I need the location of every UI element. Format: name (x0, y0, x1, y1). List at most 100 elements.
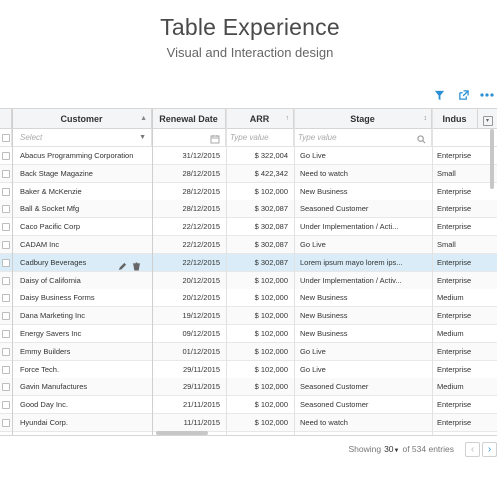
arr-cell: $ 302,087 (254, 204, 288, 214)
page-size-select[interactable]: 30▼ (384, 444, 399, 454)
renewal-date-cell: 28/12/2015 (182, 204, 220, 214)
arr-filter-placeholder: Type value (230, 133, 269, 142)
industry-cell: Medium (437, 293, 464, 303)
table-row[interactable]: Caco Pacific Corp 22/12/2015 $ 302,087 Unde… (0, 218, 497, 237)
table-row[interactable]: Hyundai Corp. 11/11/2015 $ 102,000 Need to … (0, 414, 497, 432)
industry-cell: Small (437, 240, 456, 249)
industry-cell: Medium (437, 329, 464, 338)
chevron-down-icon: ▼ (139, 134, 146, 141)
vertical-scrollbar[interactable] (490, 129, 494, 189)
stage-cell: Seasoned Customer (300, 382, 369, 392)
table-toolbar (432, 88, 494, 102)
filter-icon[interactable] (432, 88, 446, 102)
pagination-footer: Showing 30▼ of 534 entries ‹ › (0, 440, 500, 460)
page-title: Table Experience (160, 14, 340, 40)
stage-cell: Need to watch (300, 418, 348, 427)
customer-filter-select[interactable]: Select ▼ (12, 129, 152, 147)
stage-cell: Under Implementation / Acti... (300, 222, 399, 232)
column-menu-button[interactable]: ▾ (478, 109, 497, 129)
sort-ascending-icon[interactable]: ↑ (286, 109, 290, 129)
table-row[interactable]: Energy Savers Inc 09/12/2015 $ 102,000 New … (0, 325, 497, 343)
arr-cell: $ 422,342 (254, 168, 288, 178)
arr-cell: $ 102,000 (254, 382, 288, 392)
arr-filter-input[interactable]: Type value (226, 129, 294, 147)
renewal-date-cell: 20/12/2015 (182, 275, 220, 285)
arr-cell: $ 102,000 (254, 293, 288, 303)
stage-cell: Seasoned Customer (300, 400, 369, 410)
column-label-industry: Indus (442, 114, 467, 124)
table-row[interactable]: Abacus Programming Corporation 31/12/2015… (0, 147, 497, 165)
table-row[interactable]: Ball & Socket Mfg 28/12/2015 $ 302,087 Seas… (0, 200, 497, 219)
column-divider (432, 109, 433, 435)
industry-cell: Enterprise (437, 257, 472, 267)
table-row[interactable]: Baker & McKenzie 28/12/2015 $ 102,000 New B… (0, 182, 497, 201)
customer-cell: Energy Savers Inc (20, 329, 82, 338)
column-header-stage[interactable]: Stage ↕ (294, 109, 432, 129)
renewal-date-cell: 22/12/2015 (182, 240, 220, 249)
column-divider (152, 109, 153, 435)
arr-cell: $ 302,087 (254, 257, 288, 267)
table-row[interactable]: Force Tech. 29/11/2015 $ 102,000 Go Live Ent… (0, 360, 497, 379)
arr-cell: $ 102,000 (254, 346, 288, 356)
renewal-date-cell: 11/11/2015 (183, 418, 220, 427)
filter-row: Select ▼ Type value Type value (0, 129, 497, 147)
industry-cell: Enterprise (437, 346, 472, 356)
renewal-date-cell: 28/12/2015 (182, 186, 220, 196)
industry-cell: Enterprise (437, 400, 472, 410)
industry-filter[interactable] (432, 129, 497, 147)
horizontal-scrollbar[interactable] (156, 431, 208, 435)
stage-cell: New Business (300, 293, 348, 303)
column-header-customer[interactable]: Customer ▲ (12, 109, 152, 129)
arr-cell: $ 102,000 (254, 275, 288, 285)
export-icon[interactable] (456, 88, 470, 102)
table-row[interactable]: Emmy Builders 01/12/2015 $ 102,000 Go Live E… (0, 342, 497, 361)
customer-cell: CADAM Inc (20, 240, 60, 249)
previous-page-button[interactable]: ‹ (465, 442, 480, 457)
chevron-down-icon: ▾ (482, 116, 493, 126)
sort-icon[interactable]: ▲ (140, 109, 147, 129)
page-subtitle: Visual and Interaction design (166, 45, 334, 60)
customer-cell: Caco Pacific Corp (20, 222, 81, 232)
table-row[interactable]: Cadbury Beverages 22/12/2015 $ 302,087 Lore… (0, 253, 497, 272)
renewal-date-filter[interactable] (152, 129, 226, 147)
entries-count-label: of 534 entries (402, 444, 454, 454)
table-row[interactable]: Gavin Manufactures 29/11/2015 $ 102,000 Sea… (0, 378, 497, 397)
column-label-arr: ARR (249, 114, 270, 124)
customer-cell: Force Tech. (20, 364, 60, 374)
table-row[interactable]: Dana Marketing Inc 19/12/2015 $ 102,000 New… (0, 307, 497, 326)
table-header: Customer ▲ Renewal Date ARR ↑ Stage ↕ In… (0, 109, 497, 129)
customer-cell: Gavin Manufactures (20, 382, 88, 392)
industry-cell: Enterprise (437, 311, 472, 321)
stage-filter-input[interactable]: Type value (294, 129, 432, 147)
table-row[interactable]: Good Day Inc. 21/11/2015 $ 102,000 Seasoned… (0, 396, 497, 415)
hero: Table Experience Visual and Interaction … (0, 14, 500, 60)
table-row[interactable]: Daisy Business Forms 20/12/2015 $ 102,000 N… (0, 289, 497, 308)
column-header-renewal-date[interactable]: Renewal Date (152, 109, 226, 129)
stage-cell: New Business (300, 311, 348, 321)
arr-cell: $ 302,087 (254, 240, 288, 249)
column-header-industry[interactable]: Indus (432, 109, 478, 129)
column-label-renewal-date: Renewal Date (159, 114, 218, 124)
arr-cell: $ 102,000 (254, 329, 288, 338)
sort-icon[interactable]: ↕ (424, 109, 428, 129)
renewal-date-cell: 29/11/2015 (183, 364, 220, 374)
column-divider (226, 109, 227, 435)
renewal-date-cell: 20/12/2015 (182, 293, 220, 303)
table-row[interactable]: Daisy of California 20/12/2015 $ 102,000 Un… (0, 271, 497, 290)
column-header-arr[interactable]: ARR ↑ (226, 109, 294, 129)
customer-cell: Good Day Inc. (20, 400, 68, 410)
customer-cell: Emmy Builders (20, 346, 71, 356)
table-row[interactable]: CADAM Inc 22/12/2015 $ 302,087 Go Live Small (0, 236, 497, 254)
arr-cell: $ 322,004 (254, 151, 288, 160)
next-page-button[interactable]: › (482, 442, 497, 457)
industry-cell: Enterprise (437, 151, 472, 160)
column-divider (12, 109, 13, 435)
more-icon[interactable] (480, 88, 494, 102)
stage-cell: Go Live (300, 364, 326, 374)
customer-cell: Dana Marketing Inc (20, 311, 86, 321)
select-all-checkbox[interactable] (2, 134, 10, 142)
table-row[interactable]: Back Stage Magazine 28/12/2015 $ 422,342 Ne… (0, 164, 497, 183)
arr-cell: $ 102,000 (254, 364, 288, 374)
arr-cell: $ 102,000 (254, 400, 288, 410)
entries-summary: Showing 30▼ of 534 entries (348, 444, 454, 454)
